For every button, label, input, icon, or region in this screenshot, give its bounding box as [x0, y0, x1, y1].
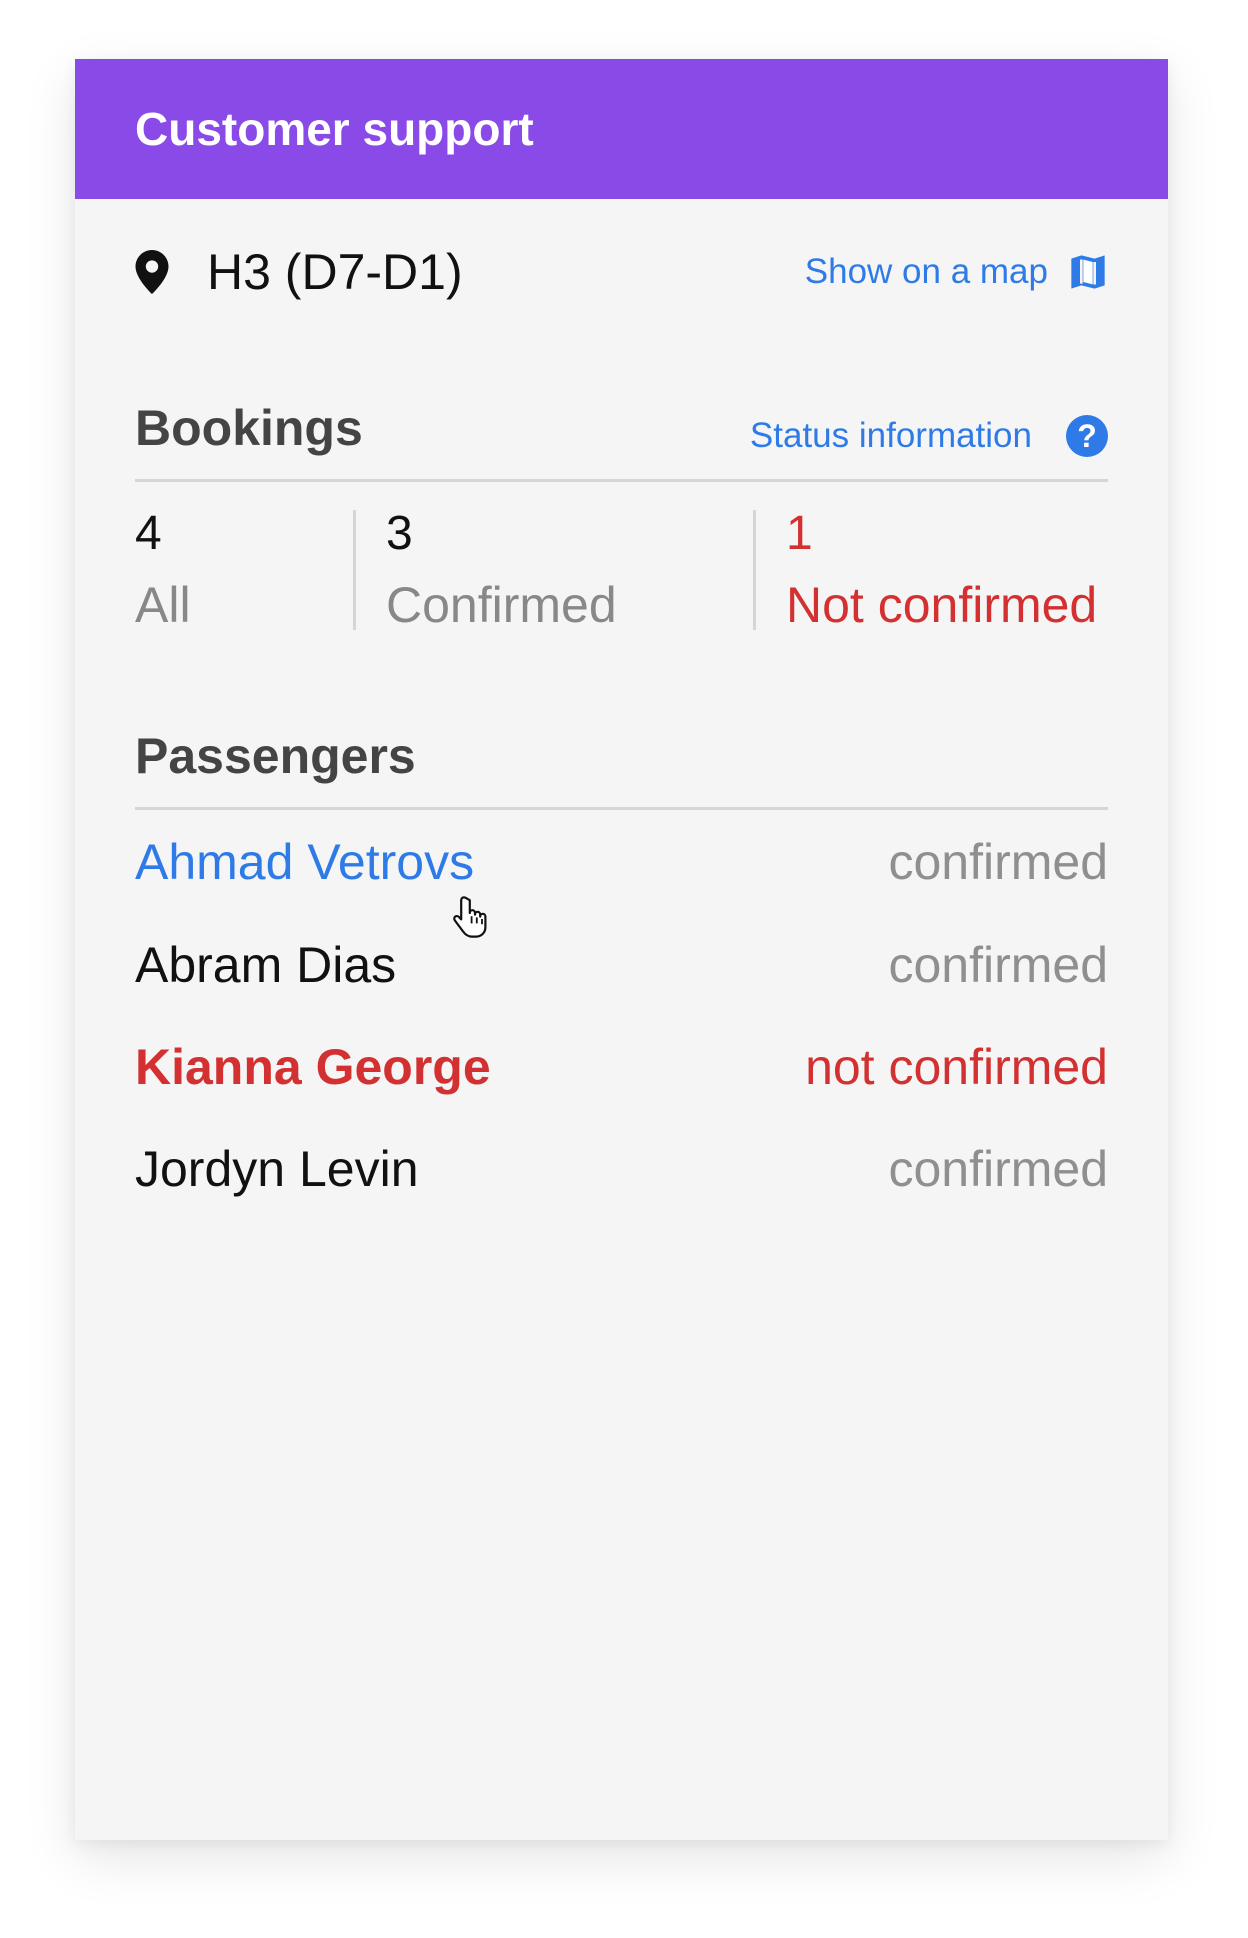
passenger-row[interactable]: Jordyn Levin confirmed	[135, 1118, 1108, 1220]
card-header: Customer support	[75, 59, 1168, 199]
card-content: H3 (D7-D1) Show on a map Bookings Status…	[75, 199, 1168, 1220]
location-row: H3 (D7-D1) Show on a map	[135, 199, 1108, 344]
passenger-list: Ahmad Vetrovs confirmed Abram Dias confi…	[135, 810, 1108, 1220]
passenger-status: not confirmed	[805, 1039, 1108, 1095]
status-information-link[interactable]: Status information ?	[750, 415, 1108, 457]
header-title: Customer support	[135, 103, 534, 155]
question-mark-icon[interactable]: ?	[1066, 415, 1108, 457]
customer-support-card: Customer support H3 (D7-D1) Show on a ma…	[75, 59, 1168, 1840]
show-on-map-label: Show on a map	[804, 251, 1048, 291]
bookings-title: Bookings	[135, 400, 363, 456]
location-info: H3 (D7-D1)	[135, 243, 463, 301]
stat-not-confirmed[interactable]: 1 Not confirmed	[753, 510, 1108, 630]
stat-not-confirmed-label: Not confirmed	[786, 577, 1098, 633]
passenger-name[interactable]: Kianna George	[135, 1038, 491, 1096]
passenger-name[interactable]: Abram Dias	[135, 936, 396, 994]
location-pin-icon	[135, 249, 169, 294]
passenger-row[interactable]: Abram Dias confirmed	[135, 914, 1108, 1016]
location-code: H3 (D7-D1)	[207, 243, 463, 300]
passengers-header: Passengers	[135, 720, 1108, 810]
stat-all-count: 4	[135, 507, 162, 560]
stat-all-label: All	[135, 577, 191, 633]
passenger-status: confirmed	[888, 937, 1108, 993]
stat-not-confirmed-count: 1	[786, 507, 813, 560]
passenger-row[interactable]: Kianna George not confirmed	[135, 1016, 1108, 1118]
passenger-name[interactable]: Jordyn Levin	[135, 1140, 419, 1198]
passengers-title: Passengers	[135, 728, 416, 784]
show-on-map-link[interactable]: Show on a map	[805, 252, 1108, 292]
passenger-row[interactable]: Ahmad Vetrovs confirmed	[135, 810, 1108, 914]
stat-confirmed-label: Confirmed	[386, 577, 617, 633]
stat-confirmed[interactable]: 3 Confirmed	[353, 510, 753, 630]
status-information-label: Status information	[749, 416, 1032, 455]
passenger-status: confirmed	[888, 834, 1108, 890]
map-icon	[1071, 254, 1105, 289]
stat-all[interactable]: 4 All	[135, 507, 353, 633]
bookings-header: Bookings Status information ?	[135, 397, 1108, 482]
hand-pointer-cursor-icon	[453, 896, 487, 938]
booking-stats: 4 All 3 Confirmed 1 Not confirmed	[135, 510, 1108, 630]
passenger-name-link[interactable]: Ahmad Vetrovs	[135, 833, 474, 891]
passenger-status: confirmed	[888, 1141, 1108, 1197]
stat-confirmed-count: 3	[386, 507, 413, 560]
